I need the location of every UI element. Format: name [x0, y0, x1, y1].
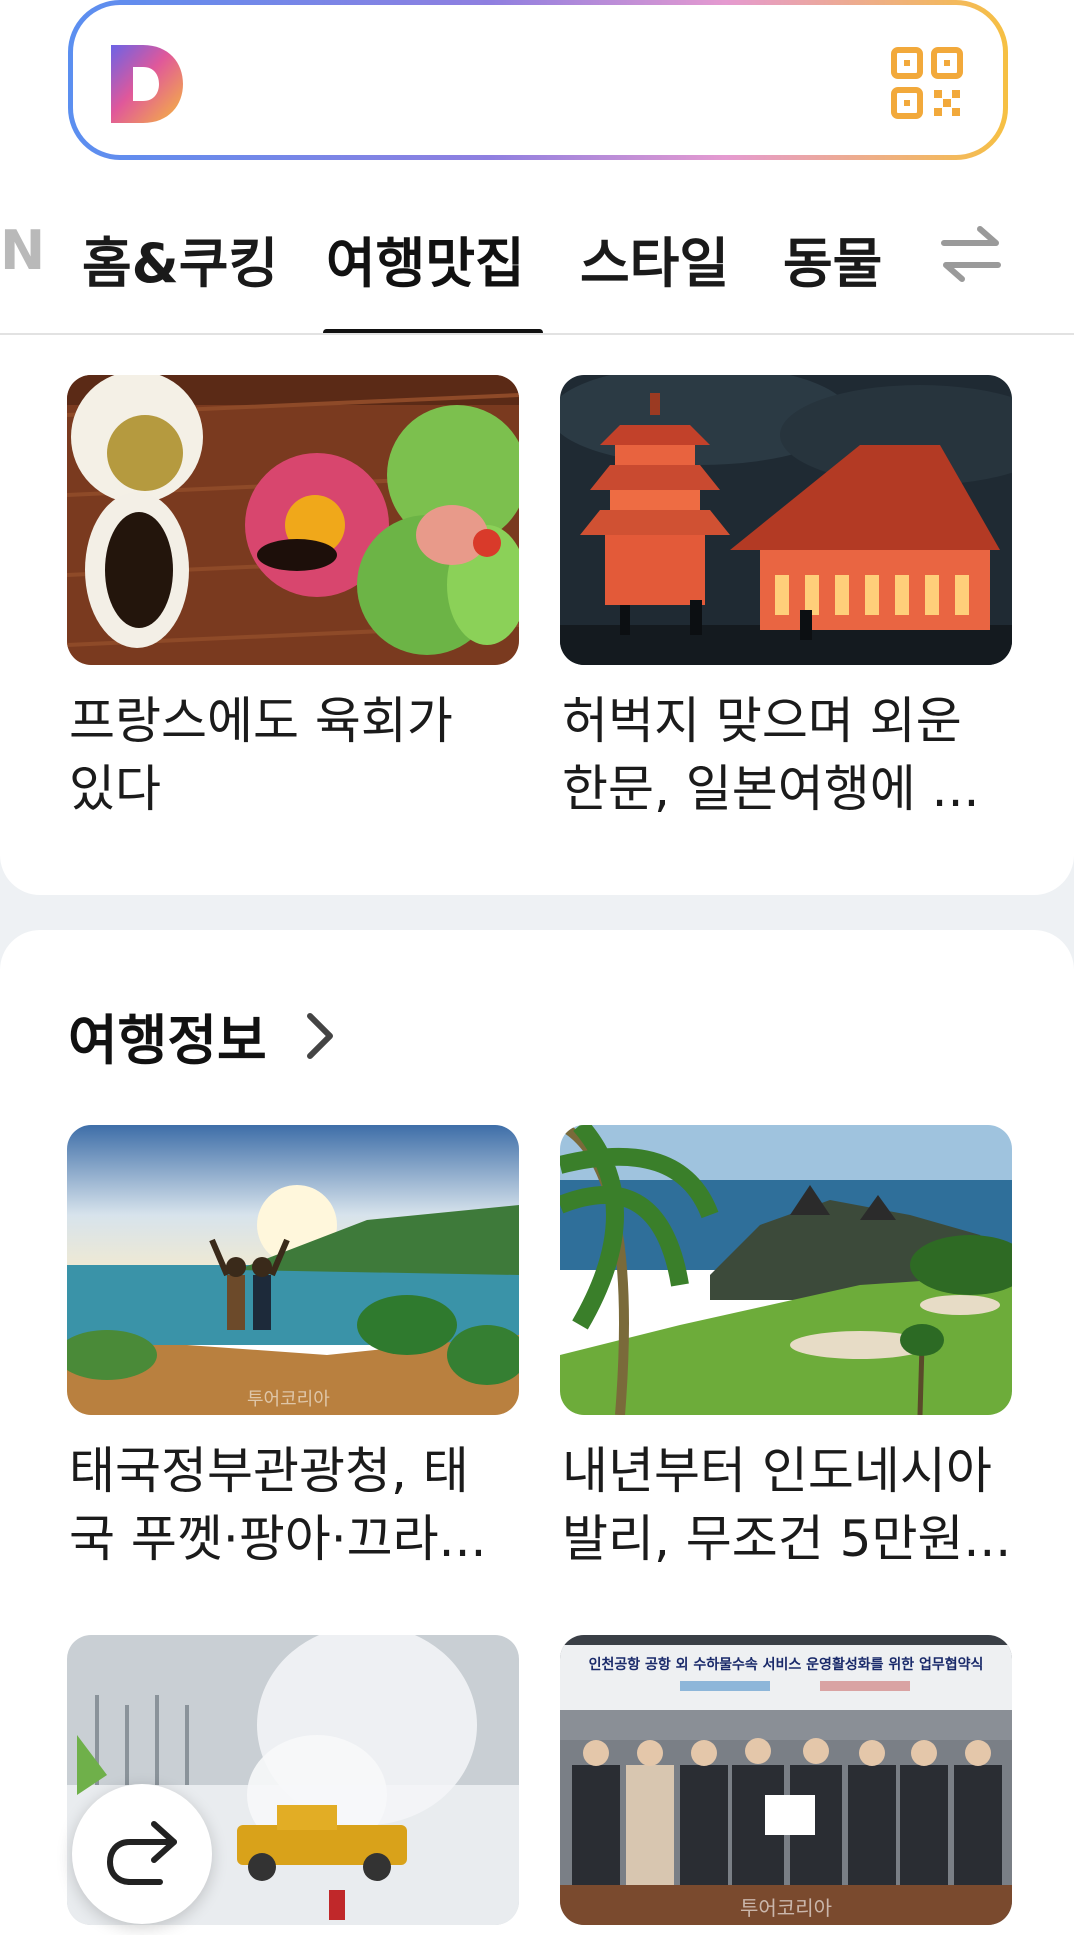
photo-watermark: 투어코리아 [740, 1896, 832, 1920]
article-caption[interactable]: 태국정부관광청, 태 국 푸껫·팡아·끄라... [69, 1437, 519, 1573]
share-redo-icon [106, 1821, 177, 1885]
qr-code-icon[interactable] [891, 47, 963, 119]
tab-partial[interactable]: N [0, 219, 45, 282]
category-tabs: N 홈&쿠킹 여행맛집 스타일 동물 [0, 205, 1074, 336]
tab-style[interactable]: 스타일 [580, 219, 729, 298]
search-input[interactable] [73, 5, 1003, 155]
travel-info-card: 여행정보 투어코리아 태국정부관광청, 태 국 푸껫·팡아·끄라... 내년부터… [0, 930, 1074, 1935]
photo-watermark: 투어코리아 [247, 1389, 330, 1410]
food-plate-photo[interactable] [67, 375, 519, 665]
daum-logo-icon[interactable] [107, 41, 187, 127]
tab-travel-food[interactable]: 여행맛집 [326, 219, 525, 298]
japanese-temple-photo[interactable] [560, 375, 1012, 665]
agreement-ceremony-photo[interactable]: 인천공항 공항 외 수하물수속 서비스 운영활성화를 위한 업무협약식 투어코리… [560, 1635, 1012, 1925]
share-fab-button[interactable] [72, 1784, 212, 1924]
article-caption[interactable]: 내년부터 인도네시아 발리, 무조건 5만원... [562, 1437, 1012, 1573]
tab-home-cooking[interactable]: 홈&쿠킹 [82, 219, 278, 298]
bali-temple-golf-photo[interactable] [560, 1125, 1012, 1415]
tab-animal[interactable]: 동물 [783, 219, 882, 298]
article-caption[interactable]: 허벅지 맞으며 외운 한문, 일본여행에 ... [562, 687, 1012, 823]
chevron-right-icon[interactable] [300, 1008, 340, 1064]
search-bar[interactable] [68, 0, 1008, 160]
swap-arrows-icon[interactable] [938, 221, 1004, 287]
article-caption[interactable]: 프랑스에도 육회가 있다 [69, 687, 519, 823]
top-area: N 홈&쿠킹 여행맛집 스타일 동물 [0, 0, 1074, 336]
ceremony-banner: 인천공항 공항 외 수하물수속 서비스 운영활성화를 위한 업무협약식 [589, 1656, 984, 1673]
feed-card-top: 프랑스에도 육회가 있다 허벅지 맞으며 외운 한문, 일본여행에 ... [0, 335, 1074, 895]
section-title[interactable]: 여행정보 [68, 996, 267, 1075]
beach-couple-photo[interactable]: 투어코리아 [67, 1125, 519, 1415]
